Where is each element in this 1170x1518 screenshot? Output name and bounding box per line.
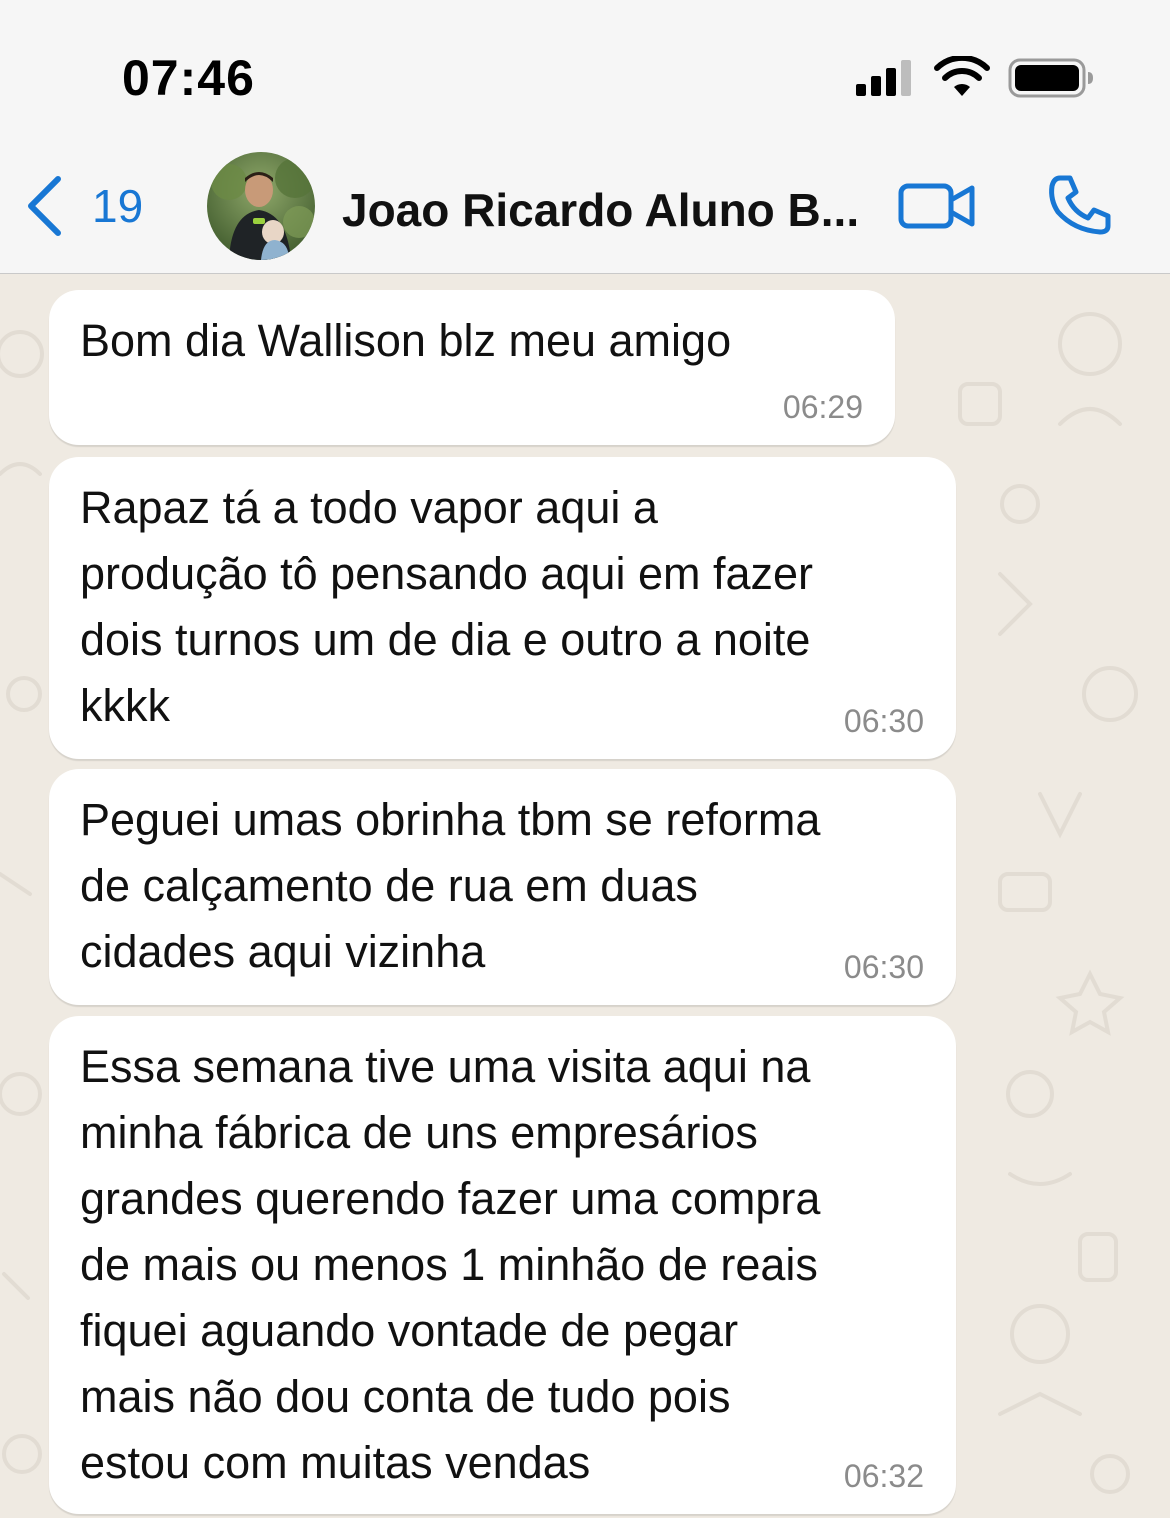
cellular-signal-icon [856,60,911,96]
message-time: 06:32 [843,1458,924,1494]
unread-count: 19 [92,180,144,232]
message-time: 06:30 [843,703,924,739]
contact-name[interactable]: Joao Ricardo Aluno B... [342,180,872,240]
phone-icon[interactable] [1046,174,1112,236]
message-bubble[interactable]: Essa semana tive uma visita aqui na minh… [49,1016,956,1514]
avatar[interactable] [207,152,315,260]
message-text: Bom dia Wallison blz meu amigo [80,315,732,366]
chevron-left-icon [28,176,61,236]
wifi-icon [934,56,990,96]
status-bar: 07:46 [0,0,1170,130]
status-time: 07:46 [122,50,255,106]
chat-header: 19 Joao Ricardo Aluno B... [0,130,1170,274]
message-time: 06:29 [782,389,863,425]
message-bubble[interactable]: Bom dia Wallison blz meu amigo 06:29 [49,290,895,445]
video-camera-icon[interactable] [898,180,976,232]
message-text: Essa semana tive uma visita aqui na minh… [80,1041,821,1488]
back-button[interactable]: 19 [24,174,143,238]
chat-body[interactable]: Bom dia Wallison blz meu amigo 06:29 Rap… [0,274,1170,1518]
message-text: Peguei umas obrinha tbm se reforma de ca… [80,794,821,977]
message-text: Rapaz tá a todo vapor aqui a produção tô… [80,482,814,731]
avatar-photo [207,152,315,260]
message-bubble[interactable]: Peguei umas obrinha tbm se reforma de ca… [49,769,956,1005]
battery-icon [1008,58,1093,98]
message-bubble[interactable]: Rapaz tá a todo vapor aqui a produção tô… [49,457,956,759]
message-time: 06:30 [843,949,924,985]
